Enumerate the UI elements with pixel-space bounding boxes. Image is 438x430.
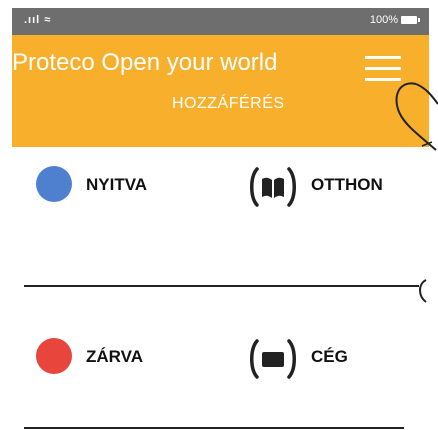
battery-percent: 100%	[369, 14, 398, 26]
office-icon[interactable]	[248, 335, 298, 383]
closed-status-dot	[36, 338, 72, 374]
home-icon[interactable]	[248, 163, 298, 211]
decorative-illustration	[395, 82, 438, 303]
access-row-open[interactable]: NYITVA OTTHON	[36, 163, 396, 207]
app-title: Proteco Open your world	[12, 49, 278, 76]
row-divider	[24, 285, 419, 287]
signal-wifi-icon: .ııl ≈	[24, 14, 52, 26]
row-divider	[24, 427, 404, 429]
open-status-dot	[36, 166, 72, 202]
status-bar: .ııl ≈ 100%	[12, 8, 429, 35]
status-open-label: NYITVA	[86, 175, 148, 194]
tab-access[interactable]: HOZZÁFÉRÉS	[172, 95, 285, 113]
battery-indicator: 100%	[369, 14, 420, 26]
status-closed-label: ZÁRVA	[86, 347, 143, 366]
access-row-closed[interactable]: ZÁRVA CÉG	[36, 335, 396, 379]
mode-home-label: OTTHON	[311, 175, 383, 194]
battery-icon	[401, 16, 420, 25]
app-header: Proteco Open your world HOZZÁFÉRÉS	[12, 35, 429, 147]
mode-office-label: CÉG	[311, 347, 348, 366]
